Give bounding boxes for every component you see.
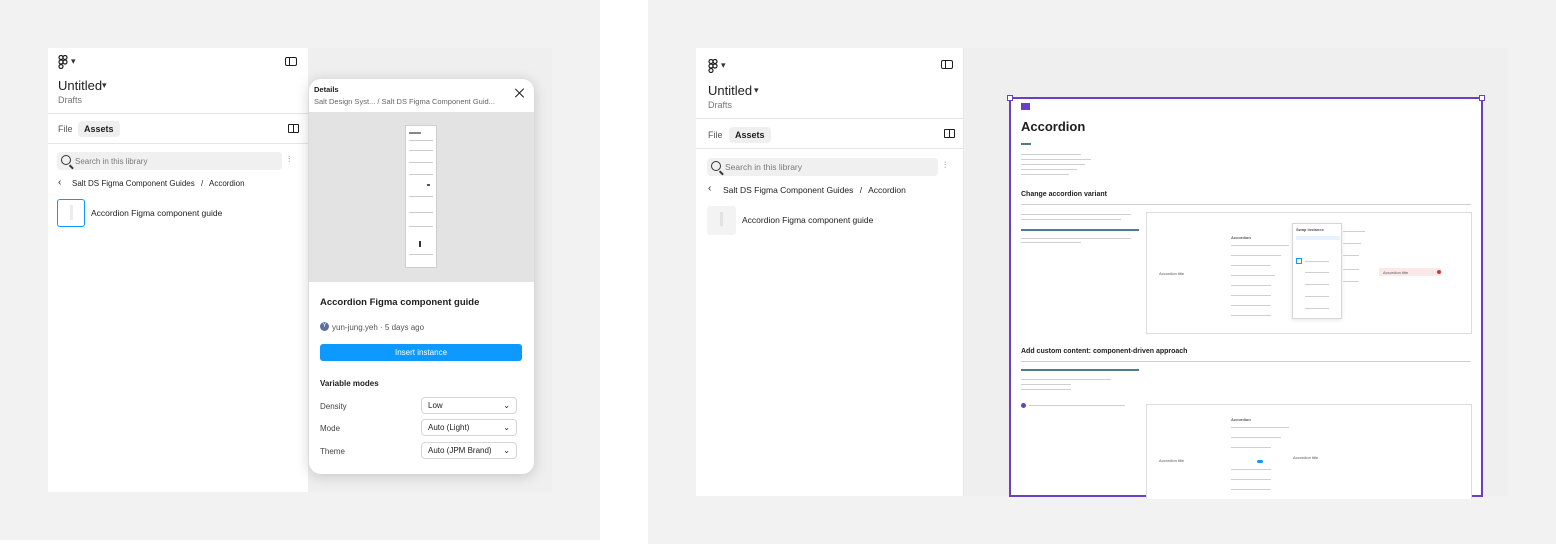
file-location: Drafts bbox=[708, 100, 733, 110]
density-value: Low bbox=[428, 401, 443, 410]
properties-panel: Accordion bbox=[1231, 233, 1291, 323]
accordion-title-d: Accordion title bbox=[1293, 455, 1319, 460]
component-preview bbox=[309, 112, 534, 282]
search-placeholder: Search in this library bbox=[725, 162, 803, 172]
chevron-down-icon: ▾ bbox=[721, 60, 726, 70]
insert-instance-button[interactable]: Insert instance bbox=[320, 344, 522, 361]
properties-heading: Accordion bbox=[1231, 235, 1251, 240]
section-heading: Add custom content: component-driven app… bbox=[1021, 348, 1188, 355]
left-sidebar: ▾ Untitled ▾ Drafts File Assets Search i… bbox=[48, 48, 308, 492]
tab-file[interactable]: File bbox=[52, 121, 79, 137]
swap-instance-label: Swap instance bbox=[1296, 227, 1324, 232]
author-name: yun-jung.yeh bbox=[332, 323, 378, 332]
details-heading: Details bbox=[314, 85, 339, 94]
breadcrumb-separator: / bbox=[859, 185, 863, 195]
properties-panel-side bbox=[1343, 223, 1369, 319]
accordion-title-a: Accordion title bbox=[1159, 271, 1185, 276]
tab-assets[interactable]: Assets bbox=[78, 121, 120, 137]
file-title[interactable]: Untitled bbox=[708, 83, 752, 98]
breadcrumb-library[interactable]: Salt DS Figma Component Guides bbox=[72, 179, 195, 188]
author-line: yun-jung.yeh · 5 days ago bbox=[332, 323, 424, 332]
figma-logo-icon bbox=[58, 55, 68, 69]
library-book-icon[interactable] bbox=[288, 124, 299, 133]
section-heading: Change accordion variant bbox=[1021, 191, 1107, 198]
properties-panel: Accordion bbox=[1231, 417, 1291, 497]
tab-file[interactable]: File bbox=[702, 127, 729, 143]
search-icon bbox=[61, 155, 71, 165]
filter-icon[interactable]: ⫶ bbox=[944, 160, 954, 170]
title-chevron-icon[interactable]: ▾ bbox=[754, 85, 759, 96]
details-path: Salt Design Syst... / Salt DS Figma Comp… bbox=[314, 97, 495, 106]
chevron-down-icon: ⌄ bbox=[503, 446, 510, 455]
accordion-title-b: Accordion title bbox=[1383, 270, 1409, 275]
filter-icon[interactable]: ⫶ bbox=[288, 154, 298, 164]
chevron-down-icon: ▾ bbox=[71, 56, 76, 66]
mode-select[interactable]: Auto (Light) ⌄ bbox=[421, 419, 517, 436]
details-path-b: / Salt DS Figma Component Guid... bbox=[377, 97, 495, 106]
breadcrumb: Salt DS Figma Component Guides / Accordi… bbox=[723, 185, 906, 195]
component-item-label[interactable]: Accordion Figma component guide bbox=[91, 208, 222, 218]
selection-handle[interactable] bbox=[1479, 95, 1485, 101]
toggle-sidebar-icon[interactable] bbox=[941, 60, 953, 69]
mode-value: Auto (Light) bbox=[428, 423, 470, 432]
breadcrumb: Salt DS Figma Component Guides / Accordi… bbox=[72, 179, 245, 188]
toggle-sidebar-icon[interactable] bbox=[285, 57, 297, 66]
details-path-a: Salt Design Syst... bbox=[314, 97, 376, 106]
close-icon[interactable] bbox=[514, 88, 524, 98]
left-scene: ▾ Untitled ▾ Drafts File Assets Search i… bbox=[0, 0, 600, 540]
back-chevron-icon[interactable]: ‹ bbox=[58, 177, 61, 188]
figma-logo-icon bbox=[708, 59, 718, 73]
component-item-label[interactable]: Accordion Figma component guide bbox=[742, 215, 873, 225]
search-input[interactable]: Search in this library bbox=[57, 152, 282, 170]
back-chevron-icon[interactable]: ‹ bbox=[708, 183, 711, 194]
title-underline bbox=[1021, 143, 1031, 145]
theme-label: Theme bbox=[320, 447, 345, 456]
density-label: Density bbox=[320, 402, 347, 411]
file-title[interactable]: Untitled bbox=[58, 78, 102, 93]
doc-title: Accordion bbox=[1021, 119, 1086, 134]
component-thumbnail[interactable] bbox=[707, 206, 736, 235]
file-location: Drafts bbox=[58, 95, 83, 105]
details-dialog: Details Salt Design Syst... / Salt DS Fi… bbox=[309, 79, 534, 474]
library-book-icon[interactable] bbox=[944, 129, 955, 138]
theme-value: Auto (JPM Brand) bbox=[428, 446, 492, 455]
author-age: · 5 days ago bbox=[380, 323, 425, 332]
step-marker bbox=[1021, 403, 1026, 408]
variable-modes-heading: Variable modes bbox=[320, 379, 379, 388]
accordion-title-c: Accordion title bbox=[1159, 458, 1185, 463]
search-placeholder: Search in this library bbox=[75, 156, 148, 166]
title-chevron-icon[interactable]: ▾ bbox=[102, 80, 107, 91]
search-input[interactable]: Search in this library bbox=[707, 158, 938, 176]
avatar: Y bbox=[320, 322, 329, 331]
density-select[interactable]: Low ⌄ bbox=[421, 397, 517, 414]
tab-assets[interactable]: Assets bbox=[729, 127, 771, 143]
component-thumbnail[interactable] bbox=[57, 199, 85, 227]
theme-select[interactable]: Auto (JPM Brand) ⌄ bbox=[421, 442, 517, 459]
component-title: Accordion Figma component guide bbox=[320, 297, 480, 308]
main-menu-button[interactable]: ▾ bbox=[708, 59, 732, 73]
right-sidebar: ▾ Untitled ▾ Drafts File Assets Search i… bbox=[696, 48, 964, 496]
breadcrumb-library[interactable]: Salt DS Figma Component Guides bbox=[723, 185, 853, 195]
selection-handle[interactable] bbox=[1007, 95, 1013, 101]
chevron-down-icon: ⌄ bbox=[503, 423, 510, 432]
breadcrumb-page: Accordion bbox=[868, 185, 906, 195]
example-frame: Accordion title Accordion Accordion titl… bbox=[1146, 404, 1472, 499]
breadcrumb-separator: / bbox=[200, 179, 204, 188]
right-scene: ▾ Untitled ▾ Drafts File Assets Search i… bbox=[648, 0, 1556, 544]
chevron-down-icon: ⌄ bbox=[503, 401, 510, 410]
mode-label: Mode bbox=[320, 424, 341, 433]
doc-logo bbox=[1021, 103, 1030, 110]
error-dot bbox=[1437, 270, 1441, 274]
preview-page bbox=[405, 125, 437, 268]
main-menu-button[interactable]: ▾ bbox=[58, 55, 80, 69]
breadcrumb-page: Accordion bbox=[208, 179, 245, 188]
properties-heading: Accordion bbox=[1231, 417, 1251, 422]
search-icon bbox=[711, 161, 721, 171]
swap-instance-popover: Swap instance bbox=[1292, 223, 1342, 319]
inserted-instance-frame[interactable]: Accordion Change accordion variant Accor… bbox=[1007, 95, 1485, 499]
example-frame: Accordion title Accordion Swap instance bbox=[1146, 212, 1472, 334]
